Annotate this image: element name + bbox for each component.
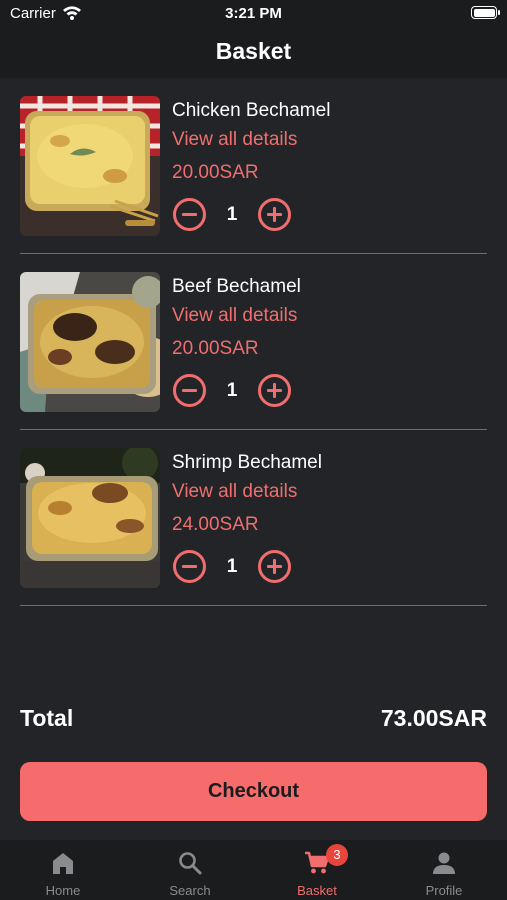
tab-label: Profile	[425, 883, 463, 898]
item-image[interactable]	[20, 448, 160, 588]
cart-badge: 3	[326, 844, 348, 866]
status-time: 3:21 PM	[225, 5, 282, 22]
decrease-quantity-button[interactable]	[173, 374, 206, 407]
increase-quantity-button[interactable]	[258, 374, 291, 407]
tab-search[interactable]: Search	[127, 840, 253, 900]
view-details-link[interactable]: View all details	[172, 129, 297, 151]
total-label: Total	[20, 705, 74, 731]
item-name: Chicken Bechamel	[172, 100, 331, 121]
quantity-value: 1	[226, 204, 238, 225]
page-title: Basket	[0, 28, 507, 78]
item-name: Beef Bechamel	[172, 276, 301, 297]
item-price: 20.00SAR	[172, 338, 259, 359]
minus-icon	[182, 213, 197, 216]
search-icon	[179, 852, 202, 875]
decrease-quantity-button[interactable]	[173, 198, 206, 231]
tab-home[interactable]: Home	[0, 840, 126, 900]
view-details-link[interactable]: View all details	[172, 305, 297, 327]
total-value: 73.00SAR	[380, 705, 487, 731]
home-icon	[53, 853, 73, 874]
item-name: Shrimp Bechamel	[172, 452, 322, 473]
tab-bar: Home Search 3 Basket Profile	[0, 840, 507, 900]
tab-label: Basket	[297, 883, 337, 898]
item-price: 24.00SAR	[172, 514, 259, 535]
decrease-quantity-button[interactable]	[173, 550, 206, 583]
basket-item: Chicken Bechamel View all details 20.00S…	[20, 78, 487, 254]
basket-item: Beef Bechamel View all details 20.00SAR …	[20, 254, 487, 430]
tab-label: Search	[169, 883, 211, 898]
person-icon	[433, 852, 455, 874]
item-image[interactable]	[20, 96, 160, 236]
item-price: 20.00SAR	[172, 162, 259, 183]
increase-quantity-button[interactable]	[258, 550, 291, 583]
increase-quantity-button[interactable]	[258, 198, 291, 231]
tab-basket[interactable]: 3 Basket	[254, 840, 380, 900]
battery-icon	[471, 6, 500, 19]
minus-icon	[182, 565, 197, 568]
total-row: Total 73.00SAR	[20, 705, 487, 735]
quantity-value: 1	[226, 556, 238, 577]
checkout-button[interactable]: Checkout	[20, 762, 487, 821]
status-bar: Carrier 3:21 PM	[0, 0, 507, 28]
view-details-link[interactable]: View all details	[172, 481, 297, 503]
quantity-value: 1	[226, 380, 238, 401]
item-image[interactable]	[20, 272, 160, 412]
minus-icon	[182, 389, 197, 392]
basket-item: Shrimp Bechamel View all details 24.00SA…	[20, 430, 487, 606]
tab-label: Home	[45, 883, 81, 898]
tab-profile[interactable]: Profile	[381, 840, 507, 900]
